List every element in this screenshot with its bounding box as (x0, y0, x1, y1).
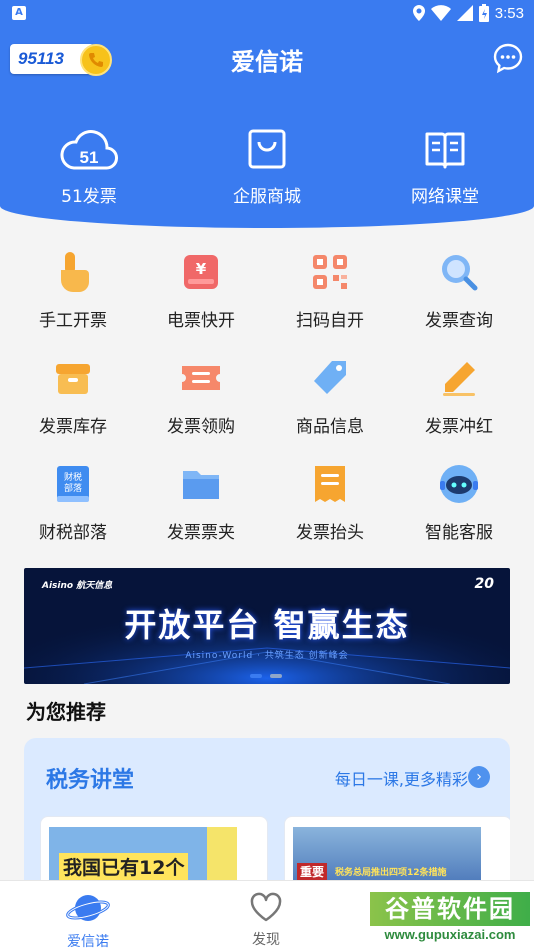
carousel-indicator (250, 674, 282, 678)
carousel-dot-active (250, 674, 262, 678)
top-nav-online-class[interactable]: 网络课堂 (385, 124, 505, 207)
receipt-header-icon (315, 466, 345, 502)
battery-icon (478, 4, 489, 22)
grid-item-invoice-header[interactable]: 发票抬头 (263, 462, 397, 543)
grid-item-invoice-query[interactable]: 发票查询 (392, 250, 526, 331)
tab-label: 发现 (252, 932, 280, 948)
watermark-url: www.gupuxiazai.com (370, 926, 530, 944)
open-book-icon (425, 132, 465, 169)
qr-code-icon (313, 255, 347, 289)
grid-item-scan-code[interactable]: 扫码自开 (263, 250, 397, 331)
section-title-recommend: 为您推荐 (26, 700, 106, 724)
signal-icon (456, 5, 473, 21)
top-nav-enterprise-mall[interactable]: 企服商城 (207, 124, 327, 207)
promo-banner[interactable]: Aisino 航天信息 20 开放平台 智赢生态 Aisino-World · … (24, 568, 510, 684)
ticket-icon (182, 366, 220, 390)
grid-item-manual-invoice[interactable]: 手工开票 (6, 250, 140, 331)
svg-text:财税: 财税 (64, 471, 82, 483)
tab-home[interactable]: 爱信诺 (38, 891, 138, 950)
page-title: 爱信诺 (231, 48, 303, 76)
tax-book-icon: 财税部落 (57, 466, 89, 502)
yen-ticket-icon: ¥ (184, 255, 218, 289)
grid-item-label: 财税部落 (39, 523, 107, 543)
wifi-icon (430, 5, 451, 21)
grid-item-product-info[interactable]: 商品信息 (263, 356, 397, 437)
grid-item-invoice-reverse[interactable]: 发票冲红 (392, 356, 526, 437)
grid-item-invoice-folder[interactable]: 发票票夹 (134, 462, 268, 543)
folder-icon (183, 471, 219, 499)
notification-app-icon: A (12, 6, 26, 20)
grid-item-label: 手工开票 (39, 311, 107, 331)
shopping-bag-icon (248, 129, 286, 169)
chat-bubble-icon[interactable] (492, 42, 524, 74)
pencil-icon (443, 362, 475, 396)
clock: 3:53 (494, 4, 524, 22)
price-tag-icon (314, 361, 346, 394)
top-nav-51-invoice[interactable]: 51 51发票 (29, 124, 149, 207)
lecture-thumb-caption: 我国已有12个 (59, 853, 189, 880)
lecture-title: 税务讲堂 (46, 768, 135, 793)
grid-item-label: 商品信息 (296, 417, 364, 437)
grid-item-label: 智能客服 (425, 523, 493, 543)
location-icon (412, 5, 425, 21)
header: 95113 爱信诺 51 51发票 企服商城 网络课堂 (0, 28, 534, 228)
anniversary-badge: 20 (474, 576, 494, 592)
grid-item-invoice-stock[interactable]: 发票库存 (6, 356, 140, 437)
grid-item-quick-einvoice[interactable]: ¥ 电票快开 (134, 250, 268, 331)
heart-icon (250, 892, 282, 922)
lecture-thumb-caption: 税务总局推出四项12条措施 (335, 868, 447, 878)
magnifier-icon (442, 255, 478, 291)
svg-text:部落: 部落 (64, 482, 82, 494)
grid-item-tax-tribe[interactable]: 财税 部落 财税部落 (6, 462, 140, 543)
grid-item-label: 发票查询 (425, 311, 493, 331)
cloud-51-icon: 51 (60, 130, 118, 170)
watermark-title: 谷普软件园 (370, 892, 530, 926)
planet-icon (66, 895, 110, 921)
robot-service-icon (440, 465, 478, 503)
hand-pointer-icon (61, 252, 89, 292)
tax-lecture-card: 税务讲堂 每日一课,更多精彩 › 我国已有12个 重要 税务总局推出四项12条措… (24, 738, 510, 898)
svg-text:¥: ¥ (196, 260, 207, 278)
top-nav-label: 网络课堂 (411, 187, 479, 207)
grid-item-label: 发票票夹 (167, 523, 235, 543)
banner-headline: 开放平台 智赢生态 (124, 606, 410, 644)
svg-text:51: 51 (80, 148, 99, 167)
lecture-thumb-tag: 重要 (297, 863, 328, 880)
grid-item-smart-service[interactable]: 智能客服 (392, 462, 526, 543)
top-nav-label: 企服商城 (233, 187, 301, 207)
carousel-dot (270, 674, 282, 678)
storage-box-icon (56, 364, 90, 394)
aisino-logo: Aisino 航天信息 (42, 581, 113, 591)
lecture-more-link[interactable]: 每日一课,更多精彩 (335, 766, 468, 790)
grid-item-invoice-purchase[interactable]: 发票领购 (134, 356, 268, 437)
site-watermark: 谷普软件园 www.gupuxiazai.com (370, 892, 530, 948)
grid-item-label: 扫码自开 (296, 311, 364, 331)
banner-subline: Aisino-World · 共筑生态 创新峰会 (185, 651, 349, 661)
grid-item-label: 发票冲红 (425, 417, 493, 437)
top-nav-label: 51发票 (61, 187, 117, 207)
tab-discover[interactable]: 发现 (216, 891, 316, 949)
grid-item-label: 发票抬头 (296, 523, 364, 543)
chevron-right-icon[interactable]: › (468, 766, 490, 788)
grid-item-label: 电票快开 (167, 311, 235, 331)
grid-item-label: 发票库存 (39, 417, 107, 437)
grid-item-label: 发票领购 (167, 417, 235, 437)
status-bar: A 3:53 (0, 0, 534, 28)
tab-label: 爱信诺 (67, 934, 109, 950)
